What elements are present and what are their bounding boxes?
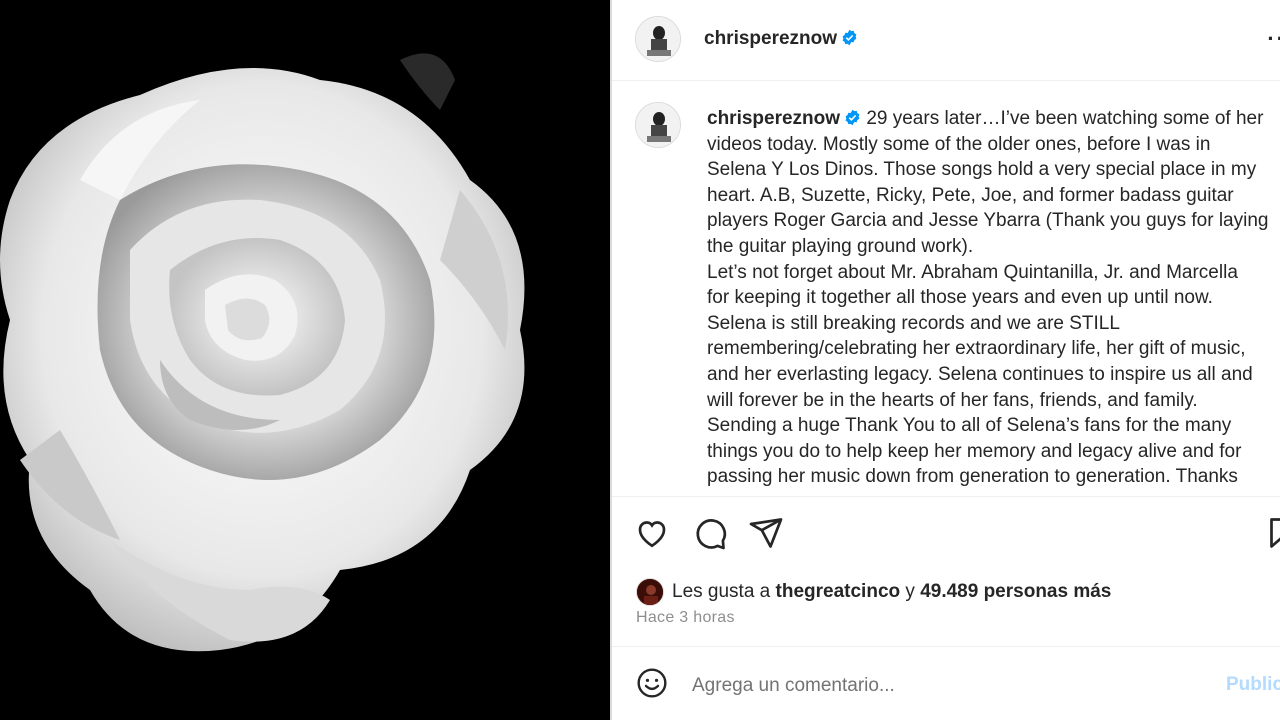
caption-line: for keeping it together all those years … [707,287,1213,309]
emoji-icon[interactable] [636,667,668,699]
caption-line: things you do to help keep her memory an… [707,440,1242,462]
comment-input[interactable] [692,673,1212,699]
post-image[interactable] [0,0,610,720]
caption-line: Let’s not forget about Mr. Abraham Quint… [707,261,1238,283]
caption-line: chrispereznow 29 years later…I’ve been w… [707,108,1264,129]
caption-username[interactable]: chrispereznow [707,108,840,129]
verified-badge-icon [845,109,860,126]
post-comment-button[interactable]: Publicar [1226,674,1280,696]
post-caption: chrispereznow 29 years later…I’ve been w… [707,106,1279,490]
post-details-panel: chrispereznow ·· chrispereznow 29 years … [610,0,1280,720]
liker-username[interactable]: thegreatcinco [776,581,901,603]
comment-icon[interactable] [692,515,728,551]
caption-line: heart. A.B, Suzette, Ricky, Pete, Joe, a… [707,184,1234,206]
more-options-icon[interactable]: ·· [1267,26,1280,52]
post-actions: Les gusta a thegreatcinco y 49.489 perso… [612,496,1280,646]
post-header: chrispereznow ·· [612,0,1280,81]
white-rose-photo [0,0,610,720]
comment-composer: Publicar [612,646,1280,720]
caption-line: Selena is still breaking records and we … [707,312,1120,334]
likes-count[interactable]: 49.489 personas más [920,581,1111,603]
caption-line: players Roger Garcia and Jesse Ybarra (T… [707,210,1269,232]
liker-avatar[interactable] [636,578,664,606]
author-username[interactable]: chrispereznow [704,28,858,50]
likes-connector: y [905,581,915,602]
caption-line: remembering/celebrating her extraordinar… [707,338,1246,360]
instagram-post-view: chrispereznow ·· chrispereznow 29 years … [0,0,1280,720]
caption-author-avatar[interactable] [635,102,681,148]
caption-section: chrispereznow 29 years later…I’ve been w… [612,82,1280,496]
caption-line: passing her music down from generation t… [707,466,1238,488]
caption-line: and her everlasting legacy. Selena conti… [707,363,1253,385]
heart-icon[interactable] [634,515,670,551]
author-avatar[interactable] [635,16,681,62]
caption-line: videos today. Mostly some of the older o… [707,133,1211,155]
caption-line: Selena Y Los Dinos. Those songs hold a v… [707,159,1257,181]
caption-line: Sending a huge Thank You to all of Selen… [707,415,1232,437]
verified-badge-icon [842,29,857,46]
likes-summary: Les gusta a thegreatcinco y 49.489 perso… [636,577,1111,607]
likes-prefix: Les gusta a [672,581,771,602]
bookmark-icon[interactable] [1264,515,1280,551]
share-icon[interactable] [748,515,784,551]
caption-line: will forever be in the hearts of her fan… [707,389,1198,411]
caption-line: the guitar playing ground work). [707,235,974,257]
post-timestamp[interactable]: Hace 3 horas [636,609,735,627]
